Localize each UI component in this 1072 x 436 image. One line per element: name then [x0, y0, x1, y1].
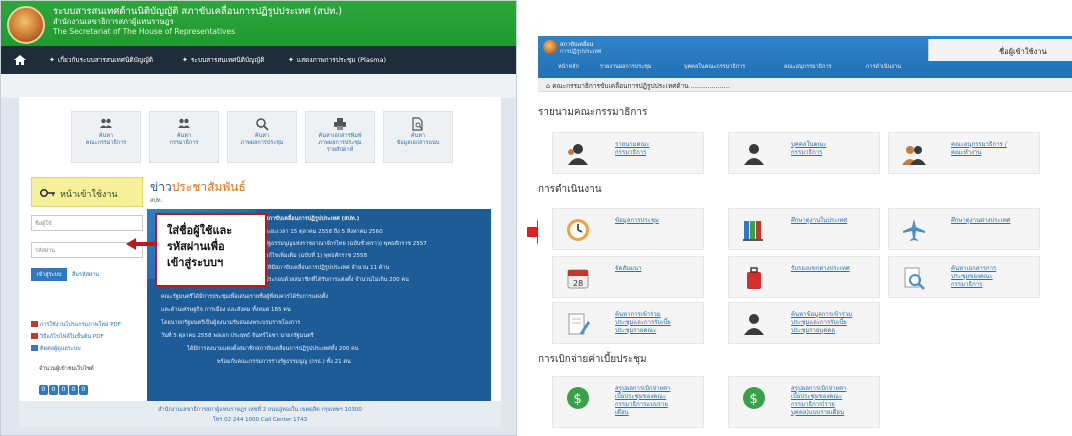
- parliament-logo-icon: [7, 6, 45, 44]
- pdf-icon: [31, 333, 38, 339]
- luggage-icon: [747, 267, 761, 289]
- home-icon[interactable]: [13, 53, 27, 67]
- svg-text:$: $: [574, 392, 582, 407]
- group-icon: [902, 146, 926, 165]
- tile-seminar[interactable]: 28 จัดสัมมนา: [552, 256, 704, 298]
- calendar-icon: 28: [567, 269, 589, 289]
- person-icon: [744, 144, 764, 165]
- tile-search-commissioner[interactable]: ค้นหา กรรมาธิการ: [149, 111, 219, 163]
- breadcrumb: ⌂ คณะกรรมาธิการขับเคลื่อนการปฏิรูปประเทศ…: [538, 78, 1072, 92]
- sub-bar: [1, 74, 516, 98]
- person-icon: [744, 314, 764, 335]
- contact-icon: [31, 345, 38, 351]
- tile-search-attachment[interactable]: ค้นหา ข้อมูลเอกสารแนบ: [383, 111, 453, 163]
- left-screenshot: ระบบสารสนเทศด้านนิติบัญญัติ สภาขับเคลื่อ…: [0, 0, 517, 436]
- search-doc-icon: [904, 267, 925, 290]
- clock-icon: [567, 219, 589, 241]
- tile-attendance-by-committee[interactable]: ค้นหาการเข้าร่วม ประชุมและการรับเบี้ย ปร…: [552, 302, 704, 344]
- section-allowance: การเบิกจ่ายค่าเบี้ยประชุม: [538, 354, 647, 365]
- app-header: สภาขับเคลื่อน การปฏิรูปประเทศ ชื่อผู้เข้…: [538, 36, 1072, 78]
- svg-text:$: $: [750, 392, 758, 407]
- right-screenshot: สภาขับเคลื่อน การปฏิรูปประเทศ ชื่อผู้เข้…: [538, 36, 1072, 436]
- svg-text:28: 28: [573, 279, 583, 288]
- login-title: หน้าเข้าใช้งาน: [60, 190, 118, 200]
- people-icon: [568, 144, 588, 165]
- callout-pointer-icon: [126, 238, 158, 250]
- tile-overseas-study[interactable]: ศึกษาดูงานต่างประเทศ: [888, 208, 1040, 250]
- people-icon: [100, 118, 112, 128]
- visitor-label: จำนวนผู้เข้าชมเว็บไซต์: [39, 366, 94, 372]
- printer-icon: [334, 118, 346, 130]
- tile-search-meeting[interactable]: ค้นหา ภาพผลการประชุม: [227, 111, 297, 163]
- tile-search-print[interactable]: ค้นหาเอกสารพิมพ์ ภาพผลการประชุม รายสัปดา…: [305, 111, 375, 163]
- menu-meeting-report[interactable]: รายงานผลการประชุม: [600, 63, 652, 71]
- site-header: ระบบสารสนเทศด้านนิติบัญญัติ สภาขับเคลื่อ…: [1, 1, 516, 46]
- main-nav: เกี่ยวกับระบบสารสนเทศนิติบัญญัติ ระบบสาร…: [1, 46, 516, 74]
- tile-allowance-person-monthly[interactable]: $ สรุปผลการเบิกจ่ายค่า เบี้ยประชุมของคณะ…: [728, 376, 880, 428]
- nav-item-about[interactable]: เกี่ยวกับระบบสารสนเทศนิติบัญญัติ: [49, 55, 153, 65]
- login-header: หน้าเข้าใช้งาน: [31, 177, 143, 207]
- tile-domestic-study[interactable]: ศึกษาดูงานในประเทศ: [728, 208, 880, 250]
- tile-search-committee[interactable]: ค้นหา คณะกรรมาธิการ: [71, 111, 141, 163]
- side-link-pdf[interactable]: วิธีแก้ไขไฟล์ในขั้นต้น PDF: [31, 333, 104, 341]
- tile-attendance-by-person[interactable]: ค้นหาข้อมูลการเข้าร่วม ประชุมและการรับเบ…: [728, 302, 880, 344]
- site-footer: สำนักงานเลขาธิการสภาผู้แทนราษฎร เลขที่ 2…: [19, 401, 501, 427]
- tile-allowance-monthly[interactable]: $ สรุปผลการเบิกจ่ายค่า เบี้ยประชุมของคณะ…: [552, 376, 704, 428]
- menu-committee-members[interactable]: บุคคลในคณะกรรมาธิการ: [684, 63, 745, 71]
- nav-item-system[interactable]: ระบบสารสนเทศนิติบัญญัติ: [182, 55, 264, 65]
- books-icon: [743, 221, 763, 241]
- document-search-icon: [412, 117, 423, 131]
- menu-subcommittee[interactable]: คณะอนุกรรมาธิการ: [784, 63, 831, 71]
- menu-operation[interactable]: การดำเนินงาน: [866, 63, 901, 71]
- news-subtitle: สปท.: [150, 198, 163, 204]
- tile-committee-persons[interactable]: บุคคลในคณะ กรรมาธิการ: [728, 132, 880, 174]
- forgot-password-link[interactable]: ลืมรหัสผ่าน: [72, 271, 99, 279]
- tile-subcommittee[interactable]: คณะอนุกรรมาธิการ / คณะทำงาน: [888, 132, 1040, 174]
- tile-meeting-info[interactable]: ข้อมูลการประชุม: [552, 208, 704, 250]
- key-icon: [40, 189, 55, 197]
- doc-edit-icon: [568, 313, 590, 335]
- visitor-counter: 00000: [39, 376, 89, 395]
- people-icon: [178, 118, 190, 128]
- news-title: ข่าวประชาสัมพันธ์: [150, 180, 246, 194]
- username-input[interactable]: ชื่อผู้ใช้: [31, 215, 143, 231]
- tile-search-meeting-docs[interactable]: ค้นหาเอกสารการ ประชุมของคณะ กรรมาธิการ: [888, 256, 1040, 298]
- section-committee-list: รายนามคณะกรรมาธิการ: [538, 107, 648, 118]
- search-icon: [256, 118, 269, 131]
- money-icon: $: [567, 387, 589, 409]
- instruction-callout: ใส่ชื่อผู้ใช้และ รหัสผ่านเพื่อ เข้าสู่ระ…: [155, 213, 267, 287]
- airplane-icon: [903, 219, 925, 241]
- pdf-icon: [31, 321, 38, 327]
- site-subtitle-en: The Secretariat of The House of Represen…: [53, 27, 236, 36]
- side-link-contact[interactable]: ติดต่อผู้ดูแลระบบ: [31, 345, 81, 353]
- nav-item-plasma[interactable]: แสดงภาพการประชุม (Plasma): [288, 55, 386, 65]
- money-icon: $: [743, 387, 765, 409]
- menu-home[interactable]: หน้าหลัก: [558, 63, 579, 71]
- tile-foreign-guests[interactable]: รับรองแขกต่างประเทศ: [728, 256, 880, 298]
- user-label[interactable]: ชื่อผู้เข้าใช้งาน: [928, 39, 1072, 61]
- login-button[interactable]: เข้าสู่ระบบ: [31, 268, 67, 281]
- parliament-logo-icon: [543, 40, 557, 54]
- tile-committee-list[interactable]: รายนามคณะ กรรมาธิการ: [552, 132, 704, 174]
- side-link-manual[interactable]: การใช้งานโปรแกรมภาพใหม่ PDF: [31, 321, 121, 329]
- section-operation: การดำเนินงาน: [538, 184, 602, 195]
